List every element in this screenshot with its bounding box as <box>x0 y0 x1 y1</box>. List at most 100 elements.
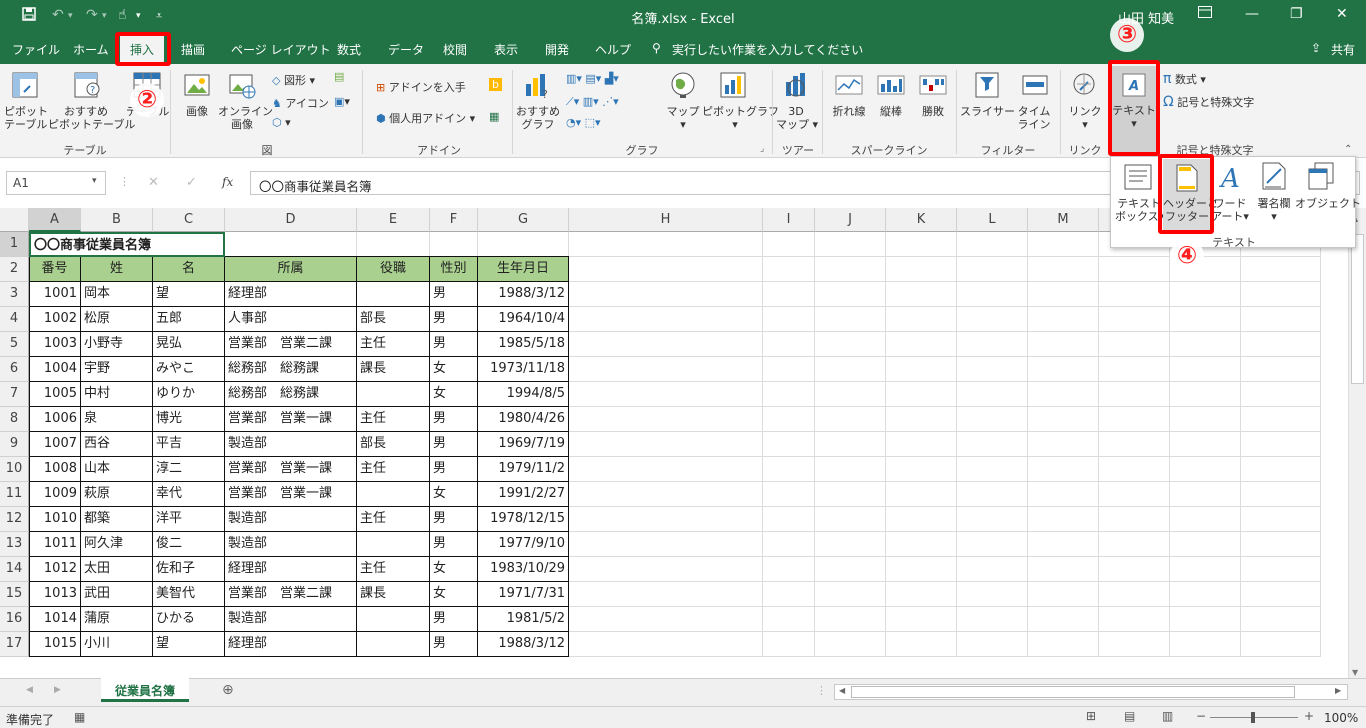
table-cell[interactable]: 主任 <box>357 557 430 582</box>
wordart-label[interactable]: ワード アート▾ <box>1211 197 1249 223</box>
cell[interactable] <box>1170 557 1241 582</box>
cell[interactable] <box>1099 382 1170 407</box>
cell[interactable] <box>763 632 815 657</box>
cell[interactable] <box>357 232 430 257</box>
horizontal-scrollbar[interactable]: ◀ ▶ <box>834 684 1348 700</box>
3d-map-icon[interactable] <box>782 70 812 103</box>
column-header[interactable]: H <box>569 208 763 232</box>
enter-icon[interactable]: ✓ <box>186 175 197 190</box>
cell[interactable] <box>957 607 1028 632</box>
row-header[interactable]: 10 <box>0 457 29 482</box>
row-header[interactable]: 7 <box>0 382 29 407</box>
cell[interactable] <box>1170 482 1241 507</box>
table-cell[interactable]: 1008 <box>29 457 81 482</box>
cell[interactable] <box>815 507 886 532</box>
table-cell[interactable]: 男 <box>430 407 478 432</box>
object-label[interactable]: オブジェクト <box>1295 197 1361 210</box>
tab-help[interactable]: ヘルプ <box>595 41 631 58</box>
cell[interactable] <box>1028 532 1099 557</box>
table-header-cell[interactable]: 生年月日 <box>478 257 569 282</box>
cell[interactable] <box>1028 457 1099 482</box>
cell[interactable] <box>569 332 763 357</box>
cell[interactable] <box>1099 557 1170 582</box>
cell[interactable] <box>1170 457 1241 482</box>
column-header[interactable]: J <box>815 208 886 232</box>
column-header[interactable]: A <box>29 208 81 232</box>
cell[interactable] <box>886 257 957 282</box>
table-cell[interactable]: 1980/4/26 <box>478 407 569 432</box>
cell[interactable] <box>815 532 886 557</box>
pivot-table-label[interactable]: ピボット テーブル <box>4 105 48 131</box>
tab-draw[interactable]: 描画 <box>181 41 205 58</box>
horizontal-scroll-thumb[interactable] <box>851 686 1295 698</box>
cell[interactable] <box>1241 632 1321 657</box>
page-layout-view-icon[interactable]: ▤ <box>1124 709 1135 723</box>
table-cell[interactable]: 1983/10/29 <box>478 557 569 582</box>
zoom-slider-thumb[interactable] <box>1251 712 1255 723</box>
macro-record-icon[interactable]: ▦ <box>74 710 85 724</box>
table-cell[interactable]: 営業部 営業二課 <box>225 332 357 357</box>
bing-maps-icon[interactable]: b <box>489 78 502 91</box>
table-cell[interactable]: 製造部 <box>225 607 357 632</box>
table-cell[interactable]: 1971/7/31 <box>478 582 569 607</box>
tab-developer[interactable]: 開発 <box>545 41 569 58</box>
table-cell[interactable]: 1977/9/10 <box>478 532 569 557</box>
table-cell[interactable]: 営業部 営業一課 <box>225 482 357 507</box>
table-cell[interactable]: 主任 <box>357 457 430 482</box>
restore-icon[interactable]: ❐ <box>1290 6 1303 22</box>
cell[interactable] <box>886 407 957 432</box>
share-button[interactable]: 共有 <box>1331 41 1355 58</box>
cell[interactable] <box>763 557 815 582</box>
table-header-cell[interactable]: 番号 <box>29 257 81 282</box>
table-cell[interactable]: 1988/3/12 <box>478 282 569 307</box>
row-header[interactable]: 5 <box>0 332 29 357</box>
cell[interactable] <box>886 432 957 457</box>
cell[interactable] <box>569 257 763 282</box>
people-graph-icon[interactable]: ▦ <box>489 110 499 123</box>
sheet-title-cell[interactable]: 〇〇商事従業員名簿 <box>29 232 225 257</box>
cell[interactable] <box>569 357 763 382</box>
cell[interactable] <box>1099 282 1170 307</box>
table-cell[interactable]: 男 <box>430 332 478 357</box>
vertical-scroll-thumb[interactable] <box>1351 234 1364 384</box>
table-header-cell[interactable]: 性別 <box>430 257 478 282</box>
cell[interactable] <box>957 557 1028 582</box>
pivot-chart-icon[interactable] <box>718 70 748 103</box>
scroll-down-icon[interactable]: ▼ <box>1352 668 1358 677</box>
cell[interactable] <box>1099 457 1170 482</box>
cell[interactable] <box>1241 307 1321 332</box>
row-header[interactable]: 4 <box>0 307 29 332</box>
cell[interactable] <box>1099 407 1170 432</box>
table-cell[interactable]: 男 <box>430 282 478 307</box>
cell[interactable] <box>1241 357 1321 382</box>
table-header-cell[interactable]: 名 <box>153 257 225 282</box>
table-cell[interactable]: 俊二 <box>153 532 225 557</box>
cell[interactable] <box>569 407 763 432</box>
cell[interactable] <box>1099 357 1170 382</box>
table-cell[interactable]: 製造部 <box>225 532 357 557</box>
column-chart-icon[interactable]: ▥▾ ▤▾ ▟▾ <box>566 72 619 85</box>
table-cell[interactable]: 望 <box>153 632 225 657</box>
scroll-left-icon[interactable]: ◀ <box>839 686 845 695</box>
smartart-icon[interactable]: ▤ <box>334 70 344 83</box>
table-cell[interactable]: 萩原 <box>81 482 153 507</box>
table-cell[interactable]: 製造部 <box>225 432 357 457</box>
table-cell[interactable]: 女 <box>430 357 478 382</box>
cell[interactable] <box>1099 532 1170 557</box>
row-header[interactable]: 6 <box>0 357 29 382</box>
column-header[interactable]: K <box>886 208 957 232</box>
cell[interactable] <box>1028 632 1099 657</box>
cell[interactable] <box>569 457 763 482</box>
table-cell[interactable]: 男 <box>430 607 478 632</box>
column-header[interactable]: F <box>430 208 478 232</box>
cell[interactable] <box>763 482 815 507</box>
cell[interactable] <box>1241 282 1321 307</box>
object-icon[interactable] <box>1307 161 1335 194</box>
cell[interactable] <box>569 307 763 332</box>
cell[interactable] <box>886 557 957 582</box>
cell[interactable] <box>886 632 957 657</box>
cell[interactable] <box>569 432 763 457</box>
sheet-tab-employees[interactable]: 従業員名簿 <box>101 678 189 702</box>
cancel-icon[interactable]: ✕ <box>148 175 159 190</box>
table-cell[interactable]: 松原 <box>81 307 153 332</box>
